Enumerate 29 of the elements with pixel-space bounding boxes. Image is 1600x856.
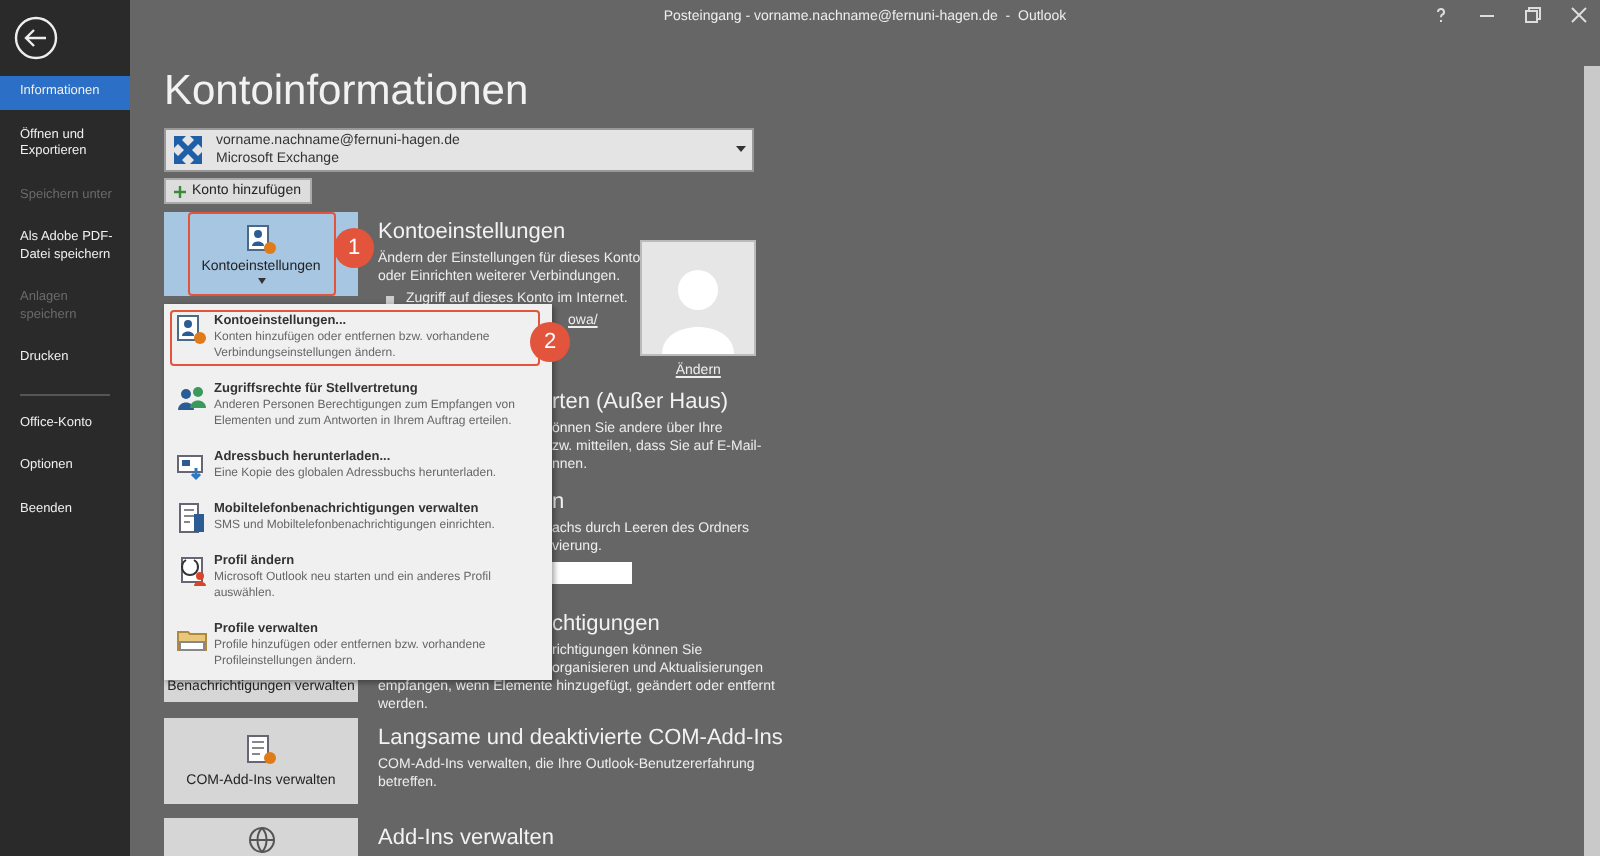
section-heading: Kontoeinstellungen (378, 220, 566, 244)
scrollbar[interactable] (1584, 66, 1600, 856)
section-heading: chtigungen (552, 612, 660, 636)
caret-icon (257, 278, 265, 284)
section-heading: rten (Außer Haus) (552, 390, 729, 414)
section-heading: Add-Ins verwalten (378, 826, 555, 850)
page-title: Kontoinformationen (164, 68, 531, 116)
account-gear-icon (176, 314, 208, 346)
profile-switch-icon (176, 554, 208, 586)
plus-icon (174, 185, 186, 197)
help-icon[interactable] (1432, 6, 1450, 24)
address-book-download-icon (176, 450, 208, 482)
phone-document-icon (176, 502, 208, 534)
step-badge: 1 (334, 228, 374, 268)
restore-icon[interactable] (1524, 6, 1542, 24)
account-gear-icon (245, 224, 277, 256)
close-icon[interactable] (1570, 6, 1588, 24)
back-icon[interactable] (14, 16, 58, 60)
bullet-icon (386, 295, 394, 303)
caret-icon (736, 146, 746, 154)
exchange-logo-icon (172, 134, 204, 166)
people-icon (176, 382, 208, 414)
profile-photo-placeholder (640, 240, 757, 356)
mailbox-quota-bar (552, 562, 632, 584)
section-heading: Langsame und deaktivierte COM-Add-Ins (378, 726, 783, 750)
globe-icon (247, 826, 275, 854)
checklist-gear-icon (245, 734, 277, 766)
section-heading: n (552, 490, 565, 514)
step-badge: 2 (530, 322, 570, 362)
